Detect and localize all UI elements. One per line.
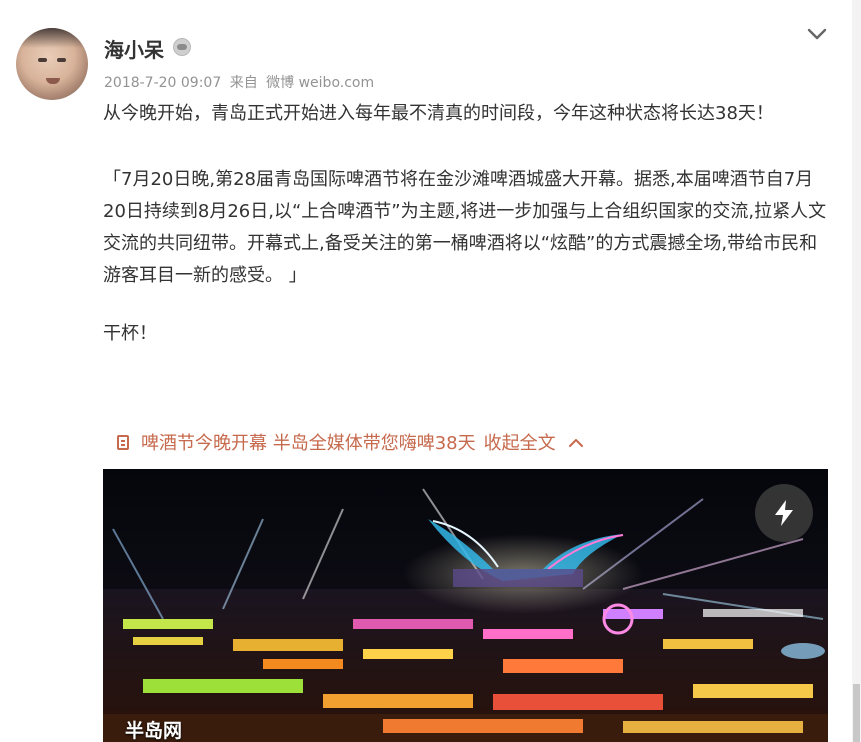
chevron-up-icon[interactable] bbox=[568, 436, 584, 448]
collapse-text-button[interactable]: 收起全文 bbox=[484, 429, 556, 455]
post-meta: 2018-7-20 09:07 来自 微博 weibo.com bbox=[104, 72, 374, 92]
scrollbar[interactable] bbox=[852, 0, 861, 742]
author-name[interactable]: 海小呆 bbox=[104, 34, 164, 63]
document-icon bbox=[117, 434, 129, 450]
post-paragraph: 「7月20日晚,第28届青岛国际啤酒节将在金沙滩啤酒城盛大开幕。据悉,本届啤酒节… bbox=[103, 169, 827, 286]
article-link[interactable]: 啤酒节今晚开幕 半岛全媒体带您嗨啤38天 收起全文 bbox=[117, 429, 584, 455]
avatar-hair bbox=[16, 28, 88, 48]
post-text: 从今晚开始，青岛正式开始进入每年最不清真的时间段，今年这种状态将长达38天！ 「… bbox=[103, 98, 833, 350]
beer-festival-night-image bbox=[103, 469, 828, 742]
article-title[interactable]: 啤酒节今晚开幕 半岛全媒体带您嗨啤38天 bbox=[141, 429, 476, 455]
image-watermark: 半岛网 bbox=[125, 720, 183, 742]
avatar-mouth bbox=[46, 78, 60, 84]
vip-badge-icon[interactable] bbox=[173, 38, 191, 56]
post-time[interactable]: 2018-7-20 09:07 bbox=[104, 75, 221, 91]
avatar[interactable] bbox=[16, 28, 88, 100]
post-paragraph: 干杯！ bbox=[103, 323, 157, 344]
chevron-down-icon[interactable] bbox=[806, 24, 828, 44]
lightning-icon bbox=[775, 500, 793, 526]
avatar-eye-left bbox=[38, 58, 47, 62]
flash-button[interactable] bbox=[755, 484, 813, 542]
source-prefix: 来自 bbox=[229, 75, 258, 91]
avatar-eye-right bbox=[57, 58, 66, 62]
scrollbar-thumb[interactable] bbox=[853, 684, 860, 742]
video-player[interactable]: 半岛网 bbox=[103, 469, 828, 742]
post-source[interactable]: 微博 weibo.com bbox=[266, 75, 374, 91]
post-paragraph: 从今晚开始，青岛正式开始进入每年最不清真的时间段，今年这种状态将长达38天！ bbox=[103, 103, 774, 124]
